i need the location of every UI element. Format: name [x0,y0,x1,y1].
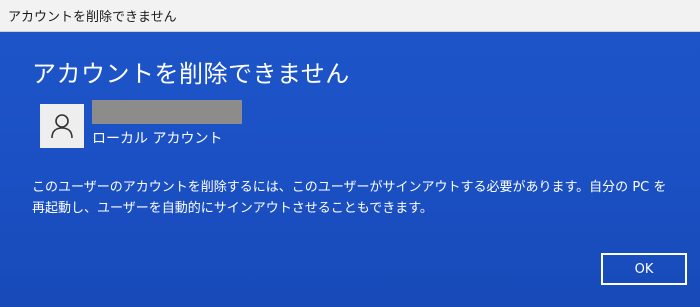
window-title: アカウントを削除できません [8,10,177,25]
account-type-label: ローカル アカウント [92,131,223,147]
account-avatar [40,104,84,148]
dialog-window: アカウントを削除できません アカウントを削除できません ローカル アカウント こ… [0,0,700,307]
dialog-heading: アカウントを削除できません [32,60,350,88]
account-name-redacted [92,100,242,124]
user-icon [51,114,73,139]
title-bar[interactable]: アカウントを削除できません [0,0,700,32]
dialog-content: アカウントを削除できません ローカル アカウント このユーザーのアカウントを削除… [0,32,700,307]
dialog-message: このユーザーのアカウントを削除するには、このユーザーがサインアウトする必要があり… [32,180,667,216]
ok-button[interactable]: OK [601,253,687,285]
